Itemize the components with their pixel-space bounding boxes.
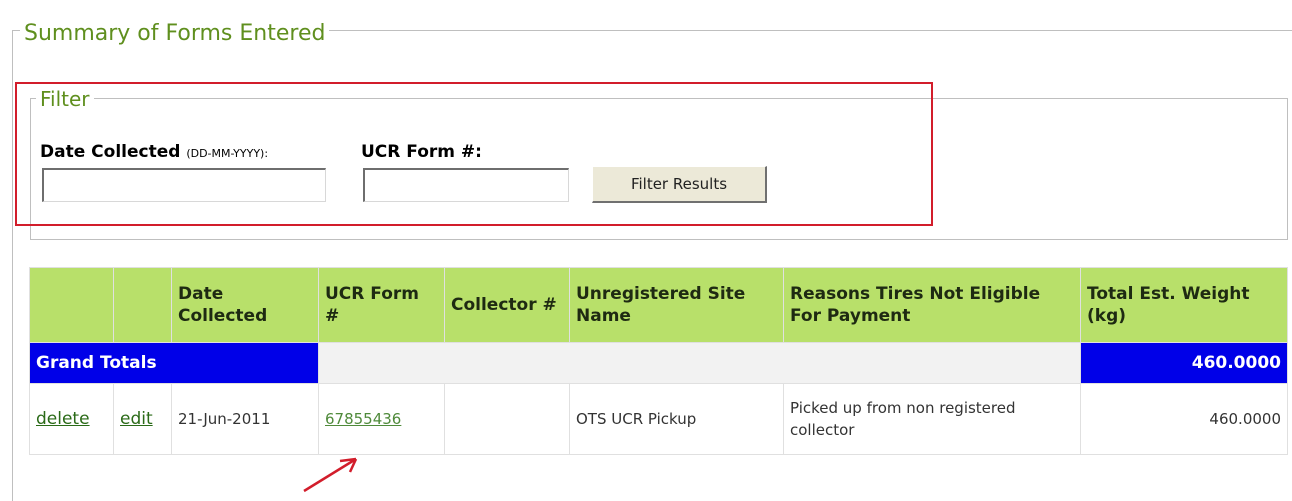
ucr-form-link[interactable]: 67855436	[325, 410, 401, 428]
annotation-arrow-icon	[303, 457, 358, 493]
header-edit	[113, 267, 172, 343]
filter-results-button[interactable]: Filter Results	[592, 166, 767, 203]
date-collected-cell: 21-Jun-2011	[171, 383, 319, 455]
reason-cell: Picked up from non registered collector	[783, 383, 1081, 455]
header-ucr-form: UCR Form #	[318, 267, 445, 343]
grand-totals-label: Grand Totals	[29, 342, 319, 384]
table-row: delete edit 21-Jun-2011 67855436 OTS UCR…	[29, 383, 1288, 455]
date-format-hint: (DD-MM-YYYY):	[186, 147, 269, 160]
weight-cell: 460.0000	[1080, 383, 1288, 455]
header-reasons: Reasons Tires Not Eligible For Payment	[783, 267, 1081, 343]
table-header-row: Date Collected UCR Form # Collector # Un…	[29, 267, 1288, 343]
collector-cell	[444, 383, 570, 455]
delete-cell: delete	[29, 383, 114, 455]
date-collected-label: Date Collected (DD-MM-YYYY):	[40, 142, 269, 162]
delete-link[interactable]: delete	[36, 409, 90, 429]
edit-link[interactable]: edit	[120, 409, 153, 429]
header-delete	[29, 267, 114, 343]
ucr-form-input[interactable]	[363, 168, 569, 202]
ucr-form-cell: 67855436	[318, 383, 445, 455]
results-table: Date Collected UCR Form # Collector # Un…	[29, 267, 1288, 455]
grand-totals-value: 460.0000	[1080, 342, 1288, 384]
summary-legend: Summary of Forms Entered	[20, 20, 330, 48]
date-collected-input[interactable]	[42, 168, 326, 202]
header-site-name: Unregistered Site Name	[569, 267, 784, 343]
header-date-collected: Date Collected	[171, 267, 319, 343]
header-collector: Collector #	[444, 267, 570, 343]
site-name-cell: OTS UCR Pickup	[569, 383, 784, 455]
grand-totals-spacer	[318, 342, 1081, 384]
grand-totals-row: Grand Totals 460.0000	[29, 342, 1288, 384]
header-weight: Total Est. Weight (kg)	[1080, 267, 1288, 343]
ucr-form-label: UCR Form #:	[361, 142, 482, 162]
edit-cell: edit	[113, 383, 172, 455]
